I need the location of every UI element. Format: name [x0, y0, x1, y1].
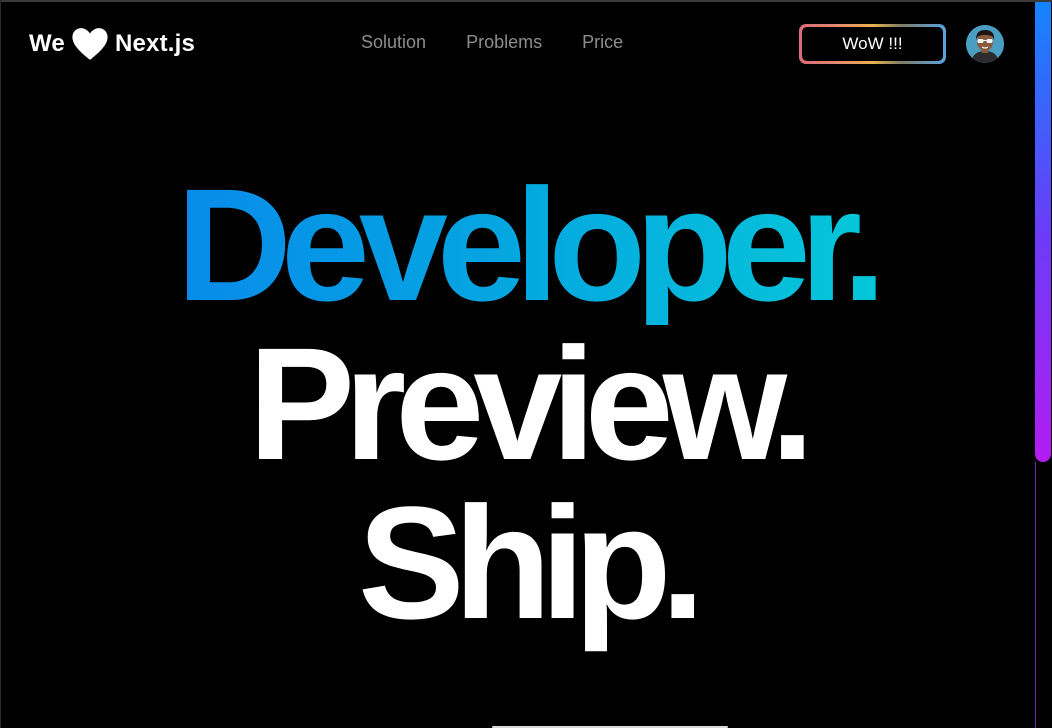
logo-text-we: We: [29, 30, 65, 57]
hero-line-developer: Developer.: [0, 165, 1052, 325]
hero-line-ship: Ship.: [357, 473, 705, 652]
scrollbar-thumb[interactable]: [1035, 2, 1051, 462]
nav-item-problems[interactable]: Problems: [466, 32, 542, 53]
nav-item-price[interactable]: Price: [582, 32, 623, 53]
window-left-border: [0, 0, 1, 728]
hero-line-preview: Preview.: [248, 314, 814, 493]
wow-button[interactable]: WoW !!!: [802, 27, 943, 61]
window-top-border: [0, 0, 1052, 2]
main-nav: Solution Problems Price: [361, 32, 623, 53]
avatar-icon: [966, 25, 1004, 63]
nav-item-solution[interactable]: Solution: [361, 32, 426, 53]
logo-text-nextjs: Next.js: [114, 30, 196, 57]
scrollbar-track: [1035, 462, 1036, 728]
page-viewport: We Next.js Solution Problems Price WoW !…: [0, 2, 1034, 728]
site-logo[interactable]: We Next.js: [29, 26, 195, 62]
avatar[interactable]: [966, 25, 1004, 63]
wow-button-border: WoW !!!: [799, 24, 946, 64]
vertical-scrollbar[interactable]: [1034, 2, 1052, 728]
heart-icon: [72, 28, 108, 60]
